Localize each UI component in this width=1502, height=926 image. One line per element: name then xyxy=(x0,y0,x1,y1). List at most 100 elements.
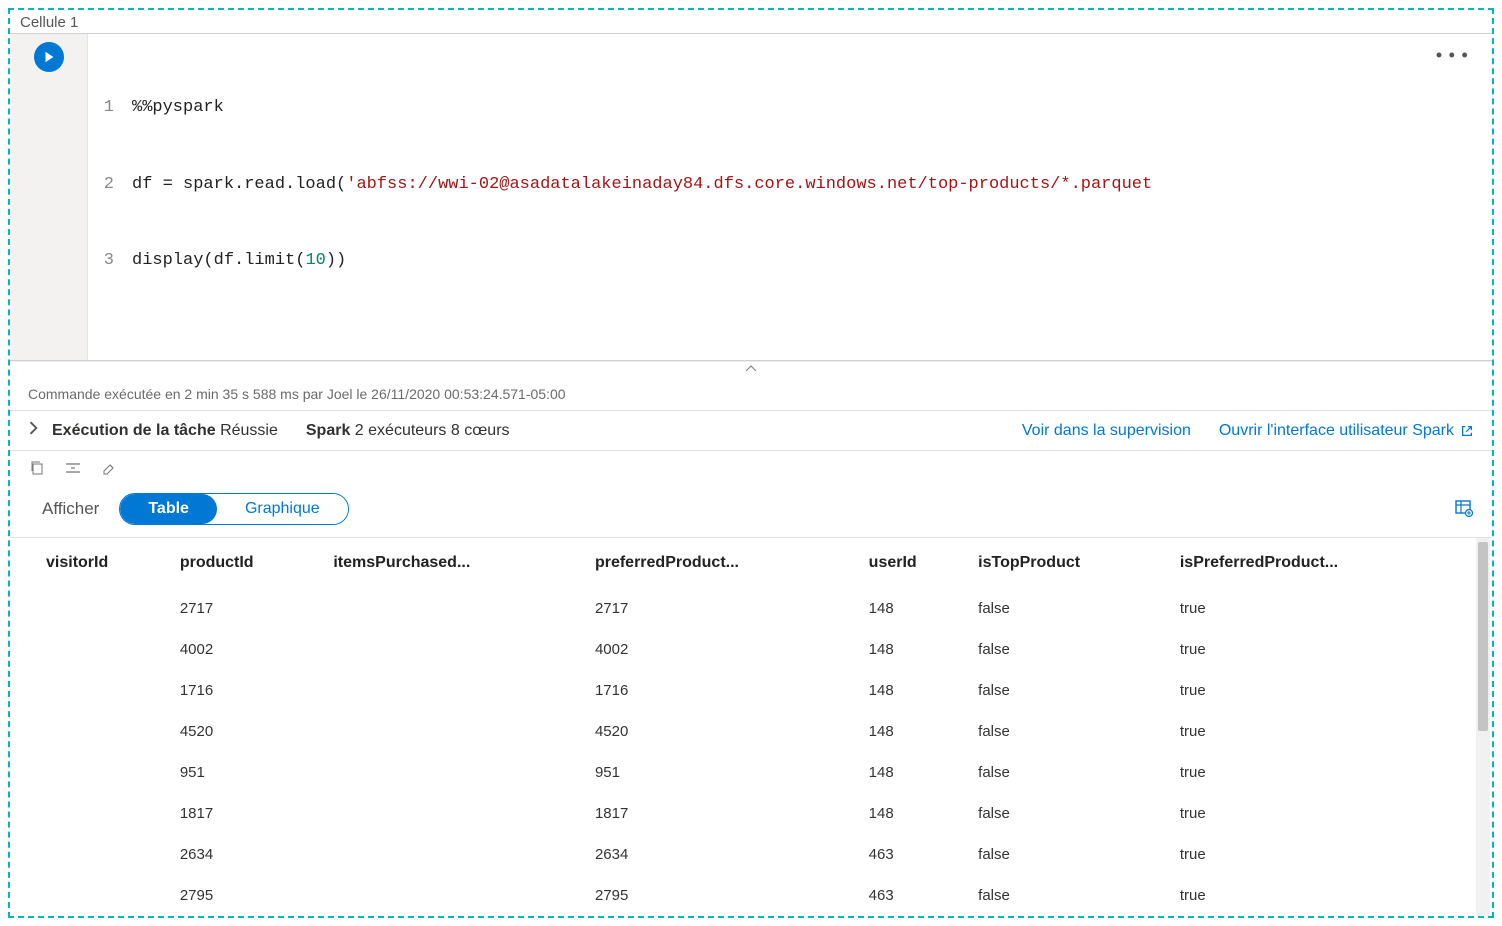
table-cell xyxy=(329,752,591,793)
table-row: 951951148falsetrue xyxy=(42,752,1474,793)
table-cell xyxy=(329,834,591,875)
results-table-wrap: visitorIdproductIditemsPurchased...prefe… xyxy=(10,538,1492,916)
table-settings-button[interactable] xyxy=(1454,498,1474,521)
table-cell xyxy=(329,711,591,752)
table-cell: 2717 xyxy=(591,588,865,629)
table-cell: 1716 xyxy=(591,670,865,711)
view-monitoring-link[interactable]: Voir dans la supervision xyxy=(1022,422,1191,440)
table-cell: 4002 xyxy=(176,629,330,670)
view-label: Afficher xyxy=(42,499,99,519)
table-cell: false xyxy=(974,670,1176,711)
table-cell xyxy=(42,793,176,834)
table-cell: false xyxy=(974,752,1176,793)
collapse-columns-icon[interactable] xyxy=(64,459,82,477)
table-header-row: visitorIdproductIditemsPurchased...prefe… xyxy=(42,538,1474,588)
column-header[interactable]: productId xyxy=(176,538,330,588)
table-cell xyxy=(329,629,591,670)
table-cell: 148 xyxy=(865,629,974,670)
cell-more-menu[interactable]: ••• xyxy=(1434,44,1472,71)
run-button[interactable] xyxy=(34,42,64,72)
code-text: %%pyspark xyxy=(132,95,224,121)
table-cell: true xyxy=(1176,875,1474,916)
vertical-scrollbar[interactable] xyxy=(1476,538,1490,916)
table-cell: 148 xyxy=(865,711,974,752)
table-cell: false xyxy=(974,793,1176,834)
code-area: 1 %%pyspark 2 df = spark.read.load('abfs… xyxy=(10,33,1492,361)
table-cell: false xyxy=(974,875,1176,916)
table-settings-icon xyxy=(1454,498,1474,518)
table-cell: 463 xyxy=(865,834,974,875)
table-row: 45204520148falsetrue xyxy=(42,711,1474,752)
spark-status: Spark 2 exécuteurs 8 cœurs xyxy=(306,422,510,440)
table-row: 26342634463falsetrue xyxy=(42,834,1474,875)
table-cell: true xyxy=(1176,588,1474,629)
table-cell: 4520 xyxy=(176,711,330,752)
table-row: 18171817148falsetrue xyxy=(42,793,1474,834)
code-text: df = spark.read.load('abfss://wwi-02@asa… xyxy=(132,172,1152,198)
table-cell: false xyxy=(974,629,1176,670)
results-table: visitorIdproductIditemsPurchased...prefe… xyxy=(42,538,1474,916)
expand-job-toggle[interactable] xyxy=(28,421,40,440)
table-cell: 148 xyxy=(865,752,974,793)
column-header[interactable]: itemsPurchased... xyxy=(329,538,591,588)
execution-status: Commande exécutée en 2 min 35 s 588 ms p… xyxy=(10,378,1492,411)
column-header[interactable]: userId xyxy=(865,538,974,588)
notebook-cell: Cellule 1 1 %%pyspark 2 df = spark.read.… xyxy=(8,8,1494,918)
line-number: 2 xyxy=(96,172,132,198)
table-cell: 463 xyxy=(865,875,974,916)
table-cell xyxy=(42,670,176,711)
external-link-icon xyxy=(1460,424,1474,438)
tab-table[interactable]: Table xyxy=(120,494,217,524)
execution-bar: Exécution de la tâche Réussie Spark 2 ex… xyxy=(10,411,1492,451)
cell-label: Cellule 1 xyxy=(10,10,1492,33)
table-cell: 148 xyxy=(865,670,974,711)
code-editor[interactable]: 1 %%pyspark 2 df = spark.read.load('abfs… xyxy=(88,34,1492,360)
code-text: display(df.limit(10)) xyxy=(132,248,346,274)
table-cell: 4520 xyxy=(591,711,865,752)
table-cell: true xyxy=(1176,670,1474,711)
view-row: Afficher Table Graphique xyxy=(10,477,1492,538)
table-row: 27952795463falsetrue xyxy=(42,875,1474,916)
table-cell: true xyxy=(1176,752,1474,793)
table-cell xyxy=(42,752,176,793)
table-cell: 951 xyxy=(176,752,330,793)
tab-chart[interactable]: Graphique xyxy=(217,494,348,524)
table-cell: false xyxy=(974,588,1176,629)
table-row: 27172717148falsetrue xyxy=(42,588,1474,629)
column-header[interactable]: isPreferredProduct... xyxy=(1176,538,1474,588)
table-cell xyxy=(42,629,176,670)
clear-icon[interactable] xyxy=(100,459,118,477)
column-header[interactable]: visitorId xyxy=(42,538,176,588)
column-header[interactable]: preferredProduct... xyxy=(591,538,865,588)
table-cell: 2634 xyxy=(591,834,865,875)
column-header[interactable]: isTopProduct xyxy=(974,538,1176,588)
table-cell: true xyxy=(1176,629,1474,670)
table-cell: 951 xyxy=(591,752,865,793)
table-cell xyxy=(42,588,176,629)
line-number: 3 xyxy=(96,248,132,274)
table-cell xyxy=(329,588,591,629)
table-cell: 2795 xyxy=(176,875,330,916)
table-cell xyxy=(42,711,176,752)
play-icon xyxy=(42,50,56,64)
copy-icon[interactable] xyxy=(28,459,46,477)
table-cell: true xyxy=(1176,711,1474,752)
table-row: 17161716148falsetrue xyxy=(42,670,1474,711)
chevron-right-icon xyxy=(28,421,40,435)
table-cell: 2717 xyxy=(176,588,330,629)
table-cell: 1716 xyxy=(176,670,330,711)
table-cell xyxy=(42,875,176,916)
table-cell: 4002 xyxy=(591,629,865,670)
collapse-output-toggle[interactable] xyxy=(10,361,1492,378)
open-spark-ui-link[interactable]: Ouvrir l'interface utilisateur Spark xyxy=(1219,422,1474,440)
line-number: 1 xyxy=(96,95,132,121)
table-cell xyxy=(329,670,591,711)
table-cell: true xyxy=(1176,793,1474,834)
view-toggle: Table Graphique xyxy=(119,493,348,525)
job-status: Exécution de la tâche Réussie xyxy=(52,422,278,440)
scrollbar-thumb[interactable] xyxy=(1478,542,1488,731)
table-cell: 2634 xyxy=(176,834,330,875)
table-cell: 148 xyxy=(865,793,974,834)
output-toolbar xyxy=(10,451,1492,477)
table-cell: 1817 xyxy=(591,793,865,834)
